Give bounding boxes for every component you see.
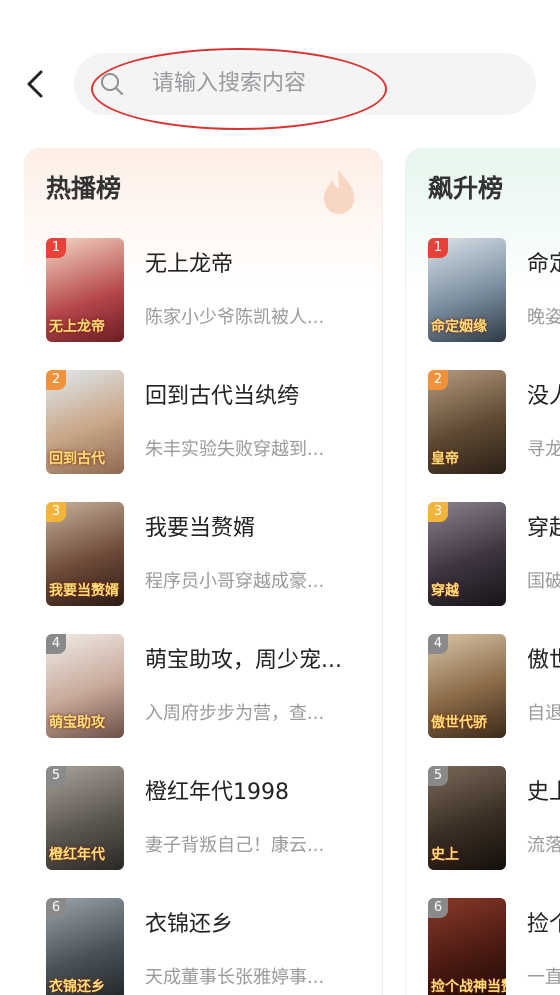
list-item[interactable]: 2 回到古代 回到古代当纨绔 朱丰实验失败穿越到... bbox=[46, 370, 376, 476]
search-input[interactable]: 请输入搜索内容 bbox=[152, 70, 306, 98]
item-desc: 自退 bbox=[527, 703, 560, 724]
cover-image: 6 捡个战神当赘婿 bbox=[428, 898, 506, 995]
item-title: 穿起 bbox=[527, 516, 560, 541]
rank-badge: 4 bbox=[46, 634, 66, 654]
item-desc: 朱丰实验失败穿越到... bbox=[145, 439, 325, 460]
item-title: 橙红年代1998 bbox=[145, 780, 289, 805]
rank-badge: 3 bbox=[46, 502, 66, 522]
item-title: 史上 bbox=[527, 780, 560, 805]
cover-title: 皇帝 bbox=[431, 451, 459, 467]
cover-image: 5 史上 bbox=[428, 766, 506, 870]
cover-image: 4 傲世代骄 bbox=[428, 634, 506, 738]
top-bar: 请输入搜索内容 bbox=[0, 0, 560, 140]
list-item[interactable]: 6 捡个战神当赘婿 捡个 一直 bbox=[428, 898, 560, 995]
cover-image: 4 萌宝助攻 bbox=[46, 634, 124, 738]
cover-title: 萌宝助攻 bbox=[49, 715, 105, 731]
cover-title: 橙红年代 bbox=[49, 847, 105, 863]
cover-image: 6 衣锦还乡 bbox=[46, 898, 124, 995]
cover-title: 穿越 bbox=[431, 583, 459, 599]
cover-title: 我要当赘婿 bbox=[49, 583, 119, 599]
search-box[interactable]: 请输入搜索内容 bbox=[74, 53, 536, 115]
hot-rank-title: 热播榜 bbox=[46, 174, 122, 203]
rank-badge: 2 bbox=[428, 370, 448, 390]
item-title: 回到古代当纨绔 bbox=[145, 384, 300, 409]
item-title: 没人 bbox=[527, 384, 560, 409]
item-desc: 寻龙 bbox=[527, 439, 560, 460]
rank-badge: 1 bbox=[428, 238, 448, 258]
cover-image: 3 穿越 bbox=[428, 502, 506, 606]
item-title: 傲世 bbox=[527, 648, 560, 673]
rank-list-scroller[interactable]: 热播榜 1 无上龙帝 无上龙帝 陈家小少爷陈凯被人... 2 回到古代 回到古代… bbox=[24, 148, 560, 995]
item-title: 捡个 bbox=[527, 912, 560, 937]
rank-badge: 1 bbox=[46, 238, 66, 258]
list-item[interactable]: 6 衣锦还乡 衣锦还乡 天成董事长张雅婷事... bbox=[46, 898, 376, 995]
item-desc: 入周府步步为营，查... bbox=[145, 703, 325, 724]
item-desc: 天成董事长张雅婷事... bbox=[145, 967, 325, 988]
cover-title: 无上龙帝 bbox=[49, 319, 105, 335]
rank-badge: 4 bbox=[428, 634, 448, 654]
cover-image: 2 皇帝 bbox=[428, 370, 506, 474]
cover-image: 3 我要当赘婿 bbox=[46, 502, 124, 606]
item-desc: 程序员小哥穿越成豪... bbox=[145, 571, 325, 592]
list-item[interactable]: 1 命定姻缘 命定 晚姿 bbox=[428, 238, 560, 344]
item-desc: 流落 bbox=[527, 835, 560, 856]
list-item[interactable]: 3 穿越 穿起 国破 bbox=[428, 502, 560, 608]
back-button[interactable] bbox=[22, 64, 52, 104]
item-title: 我要当赘婿 bbox=[145, 516, 256, 541]
rank-badge: 6 bbox=[46, 898, 66, 918]
item-desc: 陈家小少爷陈凯被人... bbox=[145, 307, 325, 328]
list-item[interactable]: 2 皇帝 没人 寻龙 bbox=[428, 370, 560, 476]
item-desc: 一直 bbox=[527, 967, 560, 988]
list-item[interactable]: 5 橙红年代 橙红年代1998 妻子背叛自己！康云... bbox=[46, 766, 376, 872]
chevron-left-icon bbox=[27, 70, 43, 98]
item-desc: 晚姿 bbox=[527, 307, 560, 328]
flame-icon bbox=[324, 170, 354, 214]
cover-title: 回到古代 bbox=[49, 451, 105, 467]
cover-title: 傲世代骄 bbox=[431, 715, 487, 731]
rising-rank-card: 飙升榜 1 命定姻缘 命定 晚姿 2 皇帝 没人 寻龙 3 穿越 穿起 国破 bbox=[406, 148, 560, 995]
cover-title: 衣锦还乡 bbox=[49, 979, 105, 995]
list-item[interactable]: 4 傲世代骄 傲世 自退 bbox=[428, 634, 560, 740]
item-desc: 国破 bbox=[527, 571, 560, 592]
item-title: 衣锦还乡 bbox=[145, 912, 234, 937]
hot-rank-card: 热播榜 1 无上龙帝 无上龙帝 陈家小少爷陈凯被人... 2 回到古代 回到古代… bbox=[24, 148, 382, 995]
rank-badge: 2 bbox=[46, 370, 66, 390]
list-item[interactable]: 5 史上 史上 流落 bbox=[428, 766, 560, 872]
cover-image: 5 橙红年代 bbox=[46, 766, 124, 870]
item-title: 命定 bbox=[527, 252, 560, 277]
cover-image: 2 回到古代 bbox=[46, 370, 124, 474]
rank-badge: 5 bbox=[428, 766, 448, 786]
rank-badge: 5 bbox=[46, 766, 66, 786]
item-title: 无上龙帝 bbox=[145, 252, 234, 277]
cover-title: 捡个战神当赘婿 bbox=[431, 979, 506, 995]
item-desc: 妻子背叛自己！康云... bbox=[145, 835, 325, 856]
rank-badge: 6 bbox=[428, 898, 448, 918]
rising-rank-title: 飙升榜 bbox=[428, 174, 504, 203]
list-item[interactable]: 4 萌宝助攻 萌宝助攻，周少宠... 入周府步步为营，查... bbox=[46, 634, 376, 740]
cover-image: 1 命定姻缘 bbox=[428, 238, 506, 342]
search-icon bbox=[101, 73, 123, 95]
cover-image: 1 无上龙帝 bbox=[46, 238, 124, 342]
cover-title: 史上 bbox=[431, 847, 459, 863]
rank-badge: 3 bbox=[428, 502, 448, 522]
list-item[interactable]: 3 我要当赘婿 我要当赘婿 程序员小哥穿越成豪... bbox=[46, 502, 376, 608]
item-title: 萌宝助攻，周少宠... bbox=[145, 648, 342, 673]
list-item[interactable]: 1 无上龙帝 无上龙帝 陈家小少爷陈凯被人... bbox=[46, 238, 376, 344]
cover-title: 命定姻缘 bbox=[431, 319, 487, 335]
